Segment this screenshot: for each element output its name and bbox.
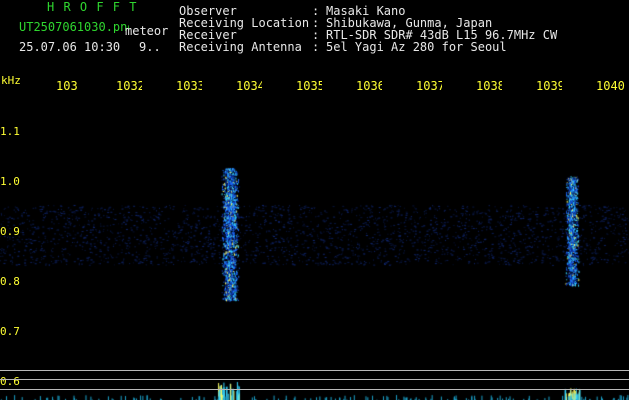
info-value: 5el Yagi Az 280 for Seoul [326,40,507,54]
freq-tick: 1032 [116,80,142,92]
event-count: 9.. [139,40,161,54]
y-tick: 0.9 [0,225,20,238]
freq-tick: 1034 [236,80,262,92]
freq-tick: 103 [56,80,78,92]
y-tick: 1.0 [0,175,20,188]
y-tick: 0.6 [0,375,20,388]
app-logo: H R O F F T [47,0,138,14]
hrofft-screen: H R O F F T UT2507061030.png meteor 25.0… [0,0,629,400]
freq-tick: 1037 [416,80,442,92]
freq-tick: 1036 [356,80,382,92]
date-time: 25.07.06 10:30 [19,40,121,54]
freq-tick: 1038 [476,80,502,92]
y-tick: 0.7 [0,325,20,338]
event-type: meteor [125,24,169,38]
spectrogram-canvas [0,0,629,400]
freq-tick: 1040 [596,80,625,92]
freq-tick: 1035 [296,80,322,92]
file-name: UT2507061030.png [19,21,129,33]
info-colon: : [312,40,320,54]
y-tick: 0.8 [0,275,20,288]
threshold-line [0,379,629,380]
info-label: Receiving Antenna [179,40,302,54]
freq-tick: 1033 [176,80,202,92]
frequency-axis: 103 1032 1033 1034 1035 1036 1037 1038 1… [0,80,629,94]
threshold-line [0,370,629,371]
threshold-line [0,389,629,390]
freq-tick: 1039 [536,80,562,92]
y-tick: 1.1 [0,125,20,138]
